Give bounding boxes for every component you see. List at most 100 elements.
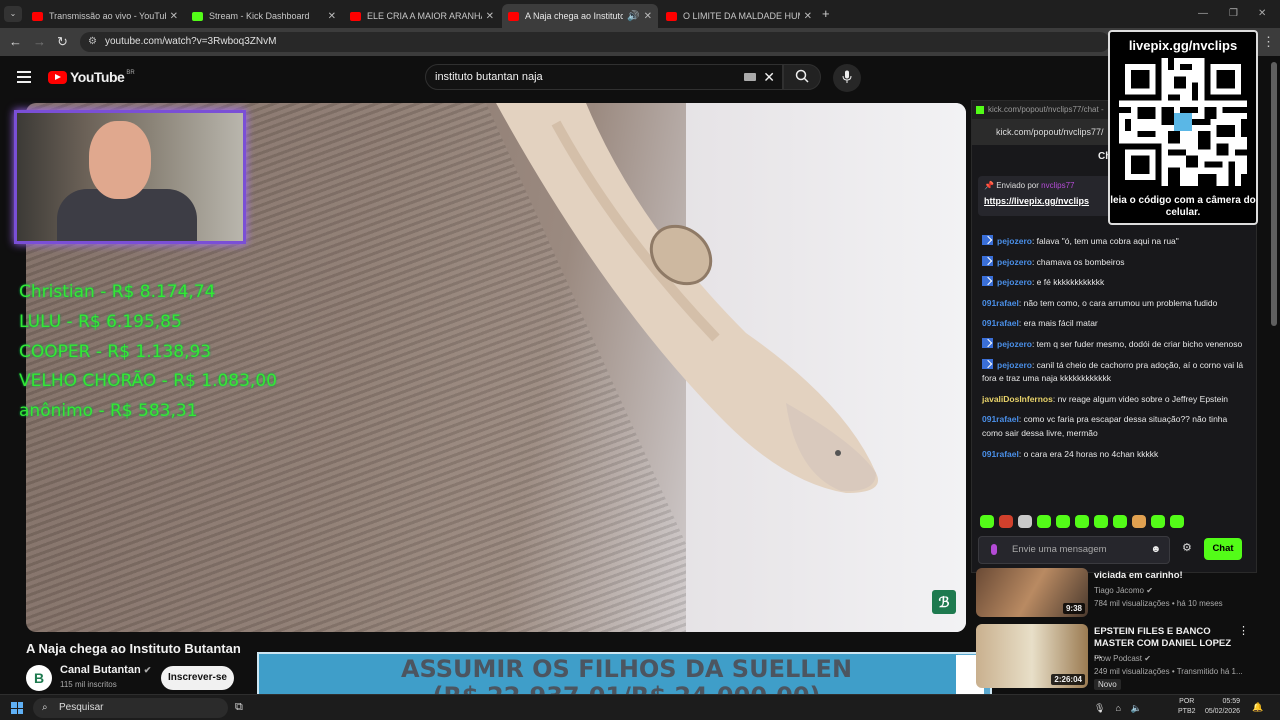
search-value: instituto butantan naja [435,71,543,83]
emote-icon[interactable] [1018,515,1032,528]
microphone-icon[interactable]: 🎙 [1094,703,1105,714]
speaker-icon[interactable]: 🔊 [627,11,639,22]
chat-send-button[interactable]: Chat [1204,538,1242,560]
maximize-button[interactable]: ❐ [1229,8,1238,19]
close-icon[interactable]: ✕ [170,11,178,22]
emote-icon[interactable] [1151,515,1165,528]
tab-naja-active[interactable]: A Naja chega ao Instituto B 🔊 ✕ [502,4,658,28]
close-window-button[interactable]: ✕ [1258,8,1266,19]
chat-text: : o cara era 24 horas no 4chan kkkkk [1018,448,1159,459]
reload-icon[interactable]: ↻ [57,34,68,50]
task-view-icon[interactable]: ⧉ [235,701,243,714]
microphone-icon[interactable] [991,544,997,555]
more-options-icon[interactable]: ⋮ [1238,624,1249,637]
back-icon[interactable]: ← [9,34,22,49]
tab-transmissao[interactable]: Transmissão ao vivo - YouTube ✕ [26,4,184,28]
taskbar-search-input[interactable]: ⌕ Pesquisar [33,698,228,718]
chat-username[interactable]: pejozero [997,257,1032,267]
channel-name[interactable]: Canal Butantan ✔ [60,664,151,676]
popout-title: kick.com/popout/nvclips77/chat - [988,105,1104,114]
keyboard-icon[interactable] [744,73,756,81]
youtube-logo[interactable]: YouTube BR [48,69,135,85]
emote-icon[interactable] [980,515,994,528]
chat-username[interactable]: pejozero [997,360,1032,370]
tab-title: ELE CRIA A MAIOR ARANHA [367,11,482,21]
clock-date: 05/02/2026 [1204,708,1240,715]
tab-search-button[interactable]: ⌄ [4,6,22,22]
close-icon[interactable]: ✕ [328,11,336,22]
emote-icon[interactable] [1056,515,1070,528]
system-clock[interactable]: 05:59 05/02/2026 [1200,697,1240,717]
new-tab-button[interactable]: + [822,6,830,21]
forward-icon[interactable]: → [33,34,46,49]
chat-username[interactable]: 091rafael [982,449,1019,459]
chat-text: : e fé kkkkkkkkkkkk [1031,277,1105,288]
video-thumbnail[interactable]: 9:38 [976,568,1088,617]
search-input[interactable]: instituto butantan naja ✕ [425,64,783,90]
menu-icon[interactable] [17,71,31,83]
verified-icon: ✔ [143,665,152,675]
network-icon[interactable]: ⌂ [1115,703,1120,714]
rec-channel[interactable]: Flow Podcast ✔ [1094,654,1151,663]
emote-icon[interactable] [1094,515,1108,528]
tab-limite-maldade[interactable]: O LIMITE DA MALDADE HUMA ✕ [660,4,818,28]
video-thumbnail[interactable]: 2:26:04 [976,624,1088,688]
close-icon[interactable]: ✕ [804,11,812,22]
chat-username[interactable]: pejozero [997,236,1032,246]
chat-text: : falava "ó, tem uma cobra aqui na rua" [1031,236,1179,246]
emote-icon[interactable] [1132,515,1146,528]
emoji-icon[interactable]: ☻ [1150,537,1161,563]
qr-caption: leia o código com a câmera do celular. [1110,195,1256,218]
chat-text: : chamava os bombeiros [1031,256,1125,267]
notification-bell-icon[interactable]: 🔔 [1252,702,1263,713]
subscriber-badge-icon [982,235,993,245]
chat-username[interactable]: javaliDosInfernos [982,394,1053,404]
browser-menu-icon[interactable]: ⋮ [1262,34,1275,50]
windows-start-icon[interactable] [11,702,23,714]
chat-username[interactable]: 091rafael [982,318,1019,328]
taskbar-search-placeholder: Pesquisar [59,702,104,713]
rec-channel[interactable]: Tiago Jácomo ✔ [1094,586,1153,595]
butantan-watermark-icon: ℬ [932,590,956,614]
minimize-button[interactable]: — [1198,8,1208,19]
chat-messages: pejozero: falava "ó, tem uma cobra aqui … [982,235,1244,468]
close-icon[interactable]: ✕ [486,11,494,22]
tab-kick-dashboard[interactable]: Stream - Kick Dashboard ✕ [186,4,342,28]
url-field[interactable]: ⚙ youtube.com/watch?v=3Rwboq3ZNvM [80,32,1110,52]
rec-meta: 784 mil visualizações • há 10 meses [1094,599,1223,608]
chat-username[interactable]: pejozero [997,339,1032,349]
qr-code-icon [1119,58,1247,186]
pinned-link[interactable]: https://livepix.gg/nvclips [984,196,1112,206]
rec-title[interactable]: viciada em carinho! [1094,570,1244,582]
livepix-qr-overlay: livepix.gg/nvclips leia o código com a c… [1108,30,1258,225]
chat-message: 091rafael: não tem como, o cara arrumou … [982,297,1244,311]
emote-icon[interactable] [1170,515,1184,528]
language-indicator[interactable]: POR PTB2 [1178,697,1196,717]
tab-aranha[interactable]: ELE CRIA A MAIOR ARANHA ✕ [344,4,500,28]
subscriber-badge-icon [982,358,993,369]
search-button[interactable] [783,64,821,90]
youtube-icon [508,11,519,21]
channel-avatar[interactable]: B [26,665,52,691]
emote-icon[interactable] [1113,515,1127,528]
site-info-icon[interactable]: ⚙ [88,32,97,52]
chat-username[interactable]: pejozero [997,277,1032,287]
recommendation-item[interactable]: 9:38 viciada em carinho! Tiago Jácomo ✔ … [976,568,1268,622]
chat-username[interactable]: 091rafael [982,414,1019,424]
recommendation-item[interactable]: 2:26:04 EPSTEIN FILES E BANCO MASTER COM… [976,624,1268,694]
subscribe-button[interactable]: Inscrever-se [161,666,234,690]
voice-search-button[interactable] [833,64,861,92]
page-scrollbar[interactable] [1271,62,1277,326]
chat-settings-icon[interactable]: ⚙ [1182,541,1192,554]
emote-icon[interactable] [1075,515,1089,528]
search-icon [795,69,809,83]
volume-icon[interactable]: 🔈 [1131,703,1142,714]
close-icon[interactable]: ✕ [644,11,652,22]
chat-username[interactable]: 091rafael [982,298,1019,308]
subscriber-count: 115 mil inscritos [60,680,117,689]
emote-icon[interactable] [1037,515,1051,528]
system-tray: 🎙 ⌂ 🔈 [1094,703,1142,714]
clear-search-icon[interactable]: ✕ [763,65,775,89]
chat-message-input[interactable]: Envie uma mensagem ☻ [978,536,1170,564]
emote-icon[interactable] [999,515,1013,528]
